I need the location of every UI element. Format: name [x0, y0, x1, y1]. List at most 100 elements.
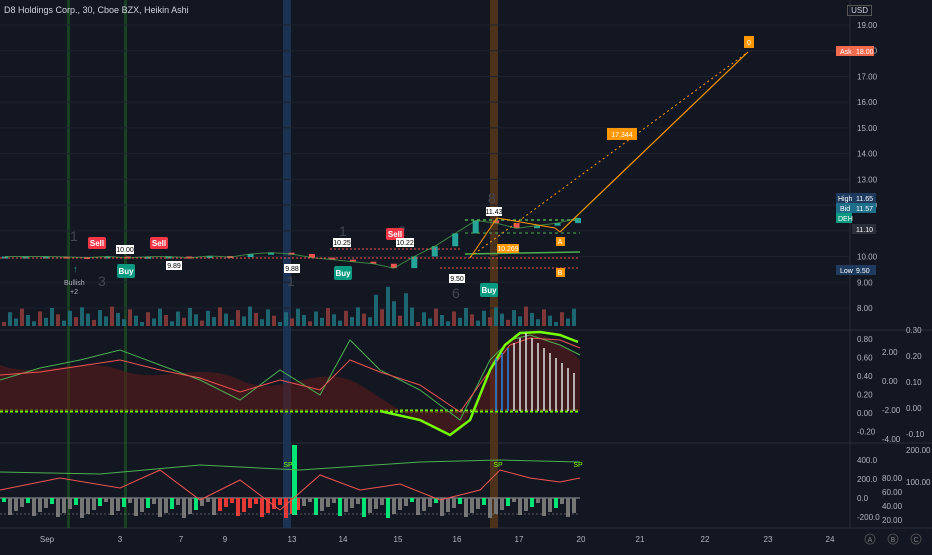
svg-text:18.00: 18.00	[856, 49, 874, 56]
osc2-bar	[308, 498, 312, 502]
volume-bar	[494, 307, 498, 326]
footer-icon-b[interactable]: B	[887, 533, 899, 545]
osc2-right-tick: 100.00	[906, 478, 931, 487]
price-label-box: 11.43	[486, 207, 503, 216]
osc2-bar	[104, 498, 108, 502]
volume-bar	[476, 320, 480, 326]
osc2-tick-label: -200.0	[857, 513, 880, 522]
osc2-bar	[122, 498, 126, 507]
volume-bar	[560, 312, 564, 326]
osc2-bar	[182, 498, 186, 518]
volume-bar	[182, 317, 186, 326]
osc2-bar	[146, 498, 150, 508]
price-tick-label: 19.00	[857, 21, 878, 30]
volume-bar	[86, 313, 90, 326]
buy-signal[interactable]: Buy	[117, 264, 135, 278]
svg-text:Buy: Buy	[118, 267, 134, 276]
volume-bar	[308, 321, 312, 326]
volume-bar	[530, 312, 534, 326]
volume-bar	[278, 322, 282, 326]
sell-signal[interactable]: Sell	[88, 237, 106, 249]
chart-title: D8 Holdings Corp., 30, Cboe BZX, Heikin …	[4, 5, 189, 15]
svg-text:11.43: 11.43	[486, 209, 503, 216]
volume-bar	[254, 312, 258, 326]
volume-bar	[200, 320, 204, 326]
volume-bar	[422, 312, 426, 326]
osc2-bar	[278, 498, 282, 505]
svg-text:11.10: 11.10	[856, 227, 873, 234]
osc2-bar	[20, 498, 24, 507]
volume-bar	[2, 322, 6, 326]
osc2-mid-tick: 20.00	[882, 516, 903, 525]
volume-bar	[248, 306, 252, 326]
volume-bar	[242, 316, 246, 326]
osc2-bar	[116, 498, 120, 511]
volume-bar	[410, 307, 414, 326]
osc2-bar	[506, 498, 510, 506]
volume-bar	[146, 312, 150, 326]
volume-bar	[32, 321, 36, 326]
osc2-mid-tick: 80.00	[882, 474, 903, 483]
currency-label[interactable]: USD	[847, 5, 872, 16]
osc2-bar	[176, 498, 180, 505]
volume-bar	[404, 293, 408, 326]
osc2-bar	[560, 498, 564, 504]
sell-signal[interactable]: Sell	[150, 237, 168, 249]
osc2-tick-label: 0.0	[857, 494, 869, 503]
price-tick-label: 17.00	[857, 72, 878, 81]
volume-bar	[68, 310, 72, 326]
chart-area[interactable]: 1 3 1 1 2 6 8 Sell Sell Sell Buy Buy	[0, 0, 932, 550]
osc2-bar	[170, 498, 174, 509]
osc2-bar	[164, 498, 168, 513]
osc1-tick-label: 0.00	[857, 409, 873, 418]
volume-bar	[290, 318, 294, 326]
ask-tag: Ask 18.00	[836, 46, 874, 56]
volume-bar	[326, 308, 330, 326]
volume-bar	[104, 316, 108, 326]
volume-bar	[386, 286, 390, 326]
osc1-mid-tick: -2.00	[882, 406, 901, 415]
svg-text:A: A	[558, 239, 563, 246]
osc2-bar	[248, 498, 252, 508]
volume-bar	[14, 318, 18, 326]
osc2-bar	[188, 498, 192, 514]
osc2-bar	[320, 498, 324, 511]
volume-bar	[554, 322, 558, 326]
osc2-spike	[292, 445, 297, 515]
osc1-tick-label: 0.80	[857, 335, 873, 344]
footer-icon-a[interactable]: A	[864, 533, 876, 545]
osc2-signal-label: SP	[573, 462, 583, 469]
price-label-box: 9.50	[449, 274, 465, 283]
svg-text:Low: Low	[840, 268, 854, 275]
osc1-right-tick: 0.30	[906, 326, 922, 335]
osc2-signal-label: SP	[493, 462, 503, 469]
osc2-bar	[218, 498, 222, 511]
time-tick-label: 13	[288, 535, 297, 544]
chart-canvas[interactable]: 1 3 1 1 2 6 8 Sell Sell Sell Buy Buy	[0, 0, 932, 550]
osc1-mid-tick: -4.00	[882, 435, 901, 444]
osc2-bar	[392, 498, 396, 514]
volume-bar	[368, 317, 372, 326]
volume-bar	[332, 314, 336, 326]
volume-bar	[542, 309, 546, 326]
volume-bar	[116, 312, 120, 326]
volume-bar	[38, 311, 42, 326]
svg-text:C: C	[913, 537, 918, 544]
osc2-bar	[110, 498, 114, 515]
bid-tag: Bid 11.57	[836, 203, 876, 213]
price-label-box: 9.89	[166, 261, 182, 270]
osc2-tick-label: 400.0	[857, 456, 878, 465]
osc2-bar	[380, 498, 384, 505]
time-tick-label: 20	[577, 535, 586, 544]
buy-signal[interactable]: Buy	[334, 266, 352, 280]
candle	[472, 220, 479, 234]
candle	[452, 233, 459, 247]
high-tag: High 11.65	[836, 193, 876, 203]
volume-bar	[176, 311, 180, 326]
buy-signal[interactable]: Buy	[480, 283, 498, 297]
volume-bar	[26, 315, 30, 326]
osc1-tick-label: 0.40	[857, 372, 873, 381]
osc2-bar	[8, 498, 12, 515]
time-tick-label: 21	[636, 535, 645, 544]
footer-icon-c[interactable]: C	[910, 533, 922, 545]
